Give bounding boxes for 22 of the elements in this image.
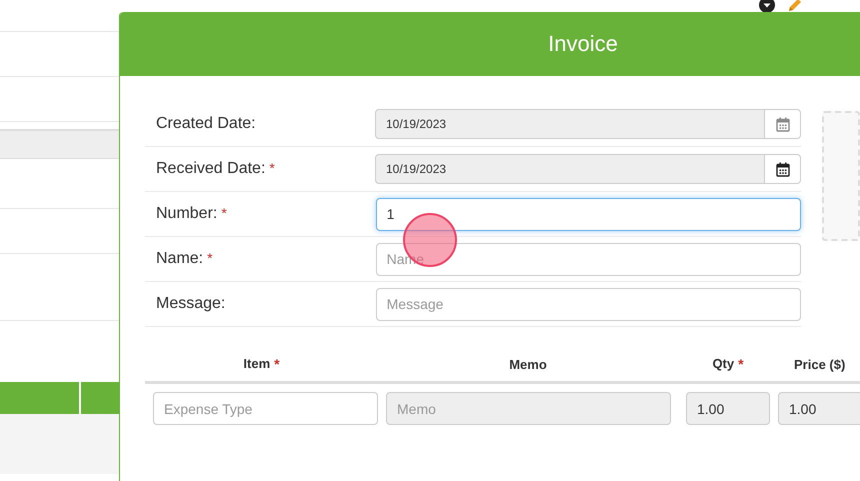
calendar-button[interactable] xyxy=(765,154,801,184)
dialog-title: Invoice xyxy=(548,31,618,57)
date-field[interactable]: 10/19/2023 xyxy=(375,154,765,184)
required-mark: * xyxy=(221,205,227,221)
field-label: Name: xyxy=(156,250,204,268)
column-header: Memo xyxy=(509,356,547,372)
input-field[interactable]: Expense Type xyxy=(153,392,378,425)
field-label: Created Date: xyxy=(156,115,256,133)
input-field[interactable]: 1 xyxy=(376,198,801,230)
pencil-icon[interactable] xyxy=(787,0,803,13)
field-label: Message: xyxy=(156,295,226,313)
required-mark: * xyxy=(207,250,213,266)
input-field[interactable]: Message xyxy=(376,288,801,320)
required-mark: * xyxy=(274,356,280,372)
dropdown-icon[interactable] xyxy=(759,0,775,13)
column-header: Item xyxy=(243,356,270,371)
field-label: Received Date: xyxy=(156,160,266,178)
required-mark: * xyxy=(269,160,275,176)
column-header: Qty xyxy=(712,356,734,371)
column-header: Price ($) xyxy=(794,356,846,372)
field-label: Number: xyxy=(156,205,218,223)
required-mark: * xyxy=(738,356,744,372)
